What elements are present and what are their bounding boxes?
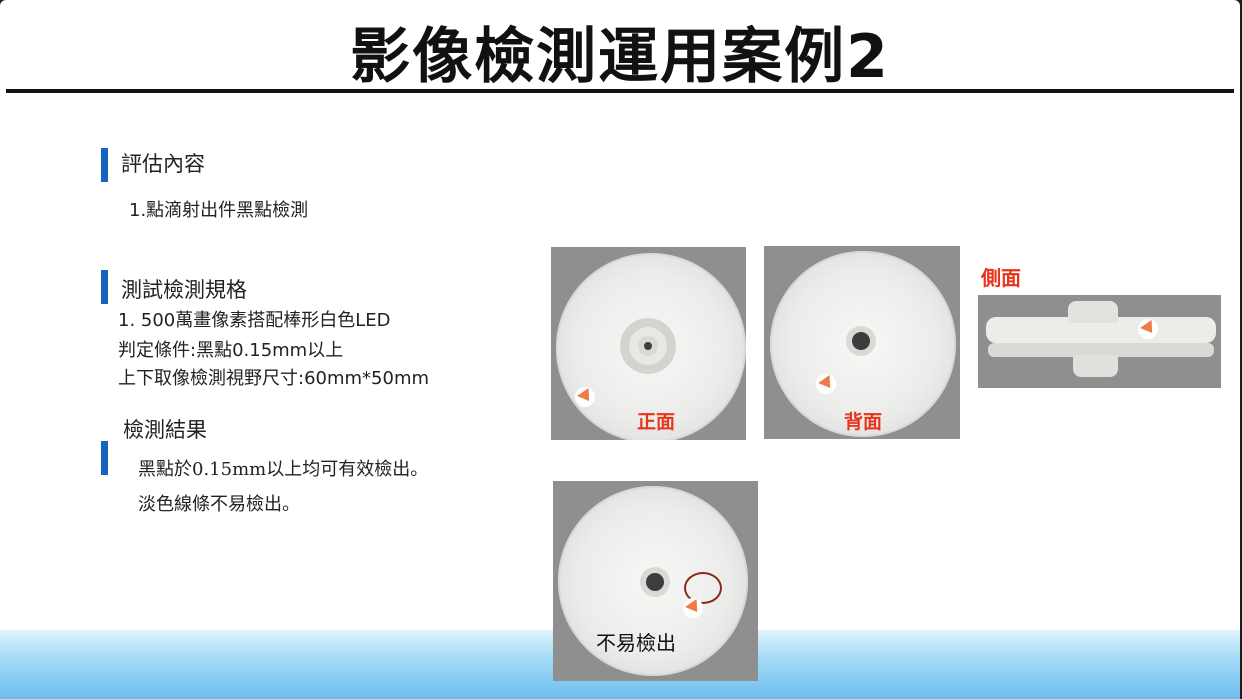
spec-item: 判定條件:黑點0.15mm以上 — [118, 340, 344, 361]
result-item: 黑點於0.15mm以上均可有效檢出。 — [138, 459, 429, 480]
slide-title: 影像檢測運用案例2 — [350, 22, 890, 92]
section-heading-result: 檢測結果 — [123, 418, 207, 442]
spec-item: 1. 500萬畫像素搭配棒形白色LED — [118, 310, 391, 331]
back-photo: 背面 — [764, 246, 960, 439]
arrow-marker-icon — [816, 374, 836, 394]
title-divider — [6, 89, 1234, 93]
eval-item: 1.點滴射出件黑點檢測 — [129, 200, 309, 221]
hub-back — [852, 332, 870, 350]
front-photo: 正面 — [551, 247, 746, 440]
front-label: 正面 — [637, 411, 676, 433]
side-photo — [978, 295, 1221, 388]
section-marker-spec — [101, 270, 108, 304]
hard-detect-label: 不易檢出 — [596, 631, 676, 655]
side-hub-bottom — [1073, 355, 1118, 377]
back-label: 背面 — [844, 411, 883, 433]
side-hub-top — [1068, 301, 1118, 323]
section-heading-eval: 評估內容 — [121, 152, 205, 176]
section-marker-eval — [101, 148, 108, 182]
section-heading-spec: 測試檢測規格 — [121, 278, 247, 302]
section-marker-result — [101, 441, 108, 475]
arrow-marker-icon — [683, 598, 703, 618]
side-label: 側面 — [981, 266, 1021, 290]
result-item: 淡色線條不易檢出。 — [138, 494, 300, 515]
arrow-marker-icon — [1138, 319, 1158, 339]
arrow-marker-icon — [575, 387, 595, 407]
hard-detect-photo: 不易檢出 — [553, 481, 758, 681]
hub-hard — [646, 573, 664, 591]
spec-item: 上下取像檢測視野尺寸:60mm*50mm — [118, 368, 430, 389]
slide: 影像檢測運用案例2 評估內容 1.點滴射出件黑點檢測 測試檢測規格 1. 500… — [0, 0, 1240, 699]
hub-center-front — [644, 342, 652, 350]
